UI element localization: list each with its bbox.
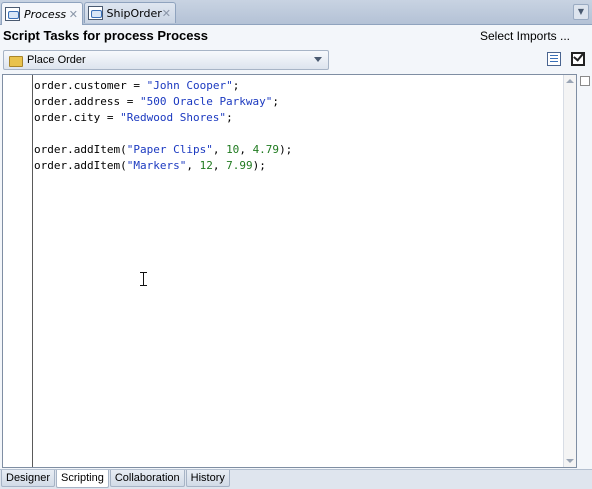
code-token: , bbox=[186, 159, 200, 172]
code-line: order.addItem("Paper Clips", 10, 4.79); bbox=[34, 142, 562, 158]
list-icon[interactable] bbox=[547, 52, 561, 66]
code-token: ; bbox=[272, 95, 280, 108]
code-token: order.customer = bbox=[34, 79, 147, 92]
tab-label: Process bbox=[24, 7, 67, 21]
number-literal: 10 bbox=[226, 143, 240, 156]
code-token: ; bbox=[232, 79, 240, 92]
code-token: , bbox=[212, 159, 227, 172]
string-literal: "Markers" bbox=[126, 159, 187, 172]
tab-process[interactable]: Process ✕ bbox=[1, 2, 83, 25]
code-line: order.addItem("Markers", 12, 7.99); bbox=[34, 158, 562, 174]
tab-history[interactable]: History bbox=[185, 470, 230, 487]
number-literal: 12 bbox=[199, 159, 213, 172]
code-token: , bbox=[212, 143, 227, 156]
tab-shiporder[interactable]: ShipOrder ✕ bbox=[84, 2, 176, 23]
code-token: order.addItem( bbox=[34, 159, 127, 172]
folder-icon bbox=[9, 55, 23, 67]
code-token: ); bbox=[252, 159, 266, 172]
code-line: order.city = "Redwood Shores"; bbox=[34, 110, 562, 126]
close-icon[interactable]: ✕ bbox=[162, 8, 171, 19]
editor-tab-strip: Process ✕ ShipOrder ✕ ▼ bbox=[0, 0, 592, 25]
script-editor[interactable]: order.customer = "John Cooper"; order.add… bbox=[2, 74, 577, 468]
tab-scripting[interactable]: Scripting bbox=[56, 470, 109, 488]
code-line: order.customer = "John Cooper"; bbox=[34, 78, 562, 94]
close-icon[interactable]: ✕ bbox=[69, 9, 78, 20]
string-literal: "500 Oracle Parkway" bbox=[139, 95, 273, 108]
view-tab-strip: Designer Scripting Collaboration History bbox=[0, 469, 592, 489]
string-literal: "John Cooper" bbox=[146, 79, 233, 92]
code-token: order.address = bbox=[34, 95, 140, 108]
tab-designer[interactable]: Designer bbox=[1, 470, 56, 487]
process-icon bbox=[88, 6, 103, 20]
code-token: order.city = bbox=[34, 111, 121, 124]
code-token: ; bbox=[226, 111, 233, 124]
chevron-down-icon bbox=[314, 57, 322, 62]
script-task-select[interactable]: Place Order bbox=[3, 50, 329, 70]
vertical-scrollbar[interactable] bbox=[563, 75, 576, 467]
code-token: ); bbox=[279, 143, 293, 156]
string-literal: "Redwood Shores" bbox=[120, 111, 227, 124]
select-imports-link[interactable]: Select Imports ... bbox=[480, 29, 570, 43]
code-line: order.address = "500 Oracle Parkway"; bbox=[34, 94, 562, 110]
number-literal: 4.79 bbox=[252, 143, 280, 156]
number-literal: 7.99 bbox=[226, 159, 253, 172]
line-gutter bbox=[3, 75, 33, 467]
edit-icon[interactable] bbox=[571, 52, 585, 66]
script-task-select-value: Place Order bbox=[27, 54, 86, 66]
tab-collaboration[interactable]: Collaboration bbox=[109, 470, 185, 487]
page-title: Script Tasks for process Process bbox=[3, 28, 208, 43]
scroll-up-icon[interactable] bbox=[566, 79, 574, 83]
code-token: order.addItem( bbox=[34, 143, 127, 156]
scroll-down-icon[interactable] bbox=[566, 459, 574, 463]
text-cursor-icon bbox=[140, 272, 147, 286]
string-literal: "Paper Clips" bbox=[126, 143, 213, 156]
tab-list-dropdown-button[interactable]: ▼ bbox=[573, 4, 589, 20]
error-stripe-box bbox=[580, 76, 590, 86]
code-area[interactable]: order.customer = "John Cooper"; order.add… bbox=[34, 78, 562, 174]
tab-label: ShipOrder bbox=[106, 6, 162, 20]
process-icon bbox=[5, 7, 20, 21]
code-token: , bbox=[239, 143, 253, 156]
